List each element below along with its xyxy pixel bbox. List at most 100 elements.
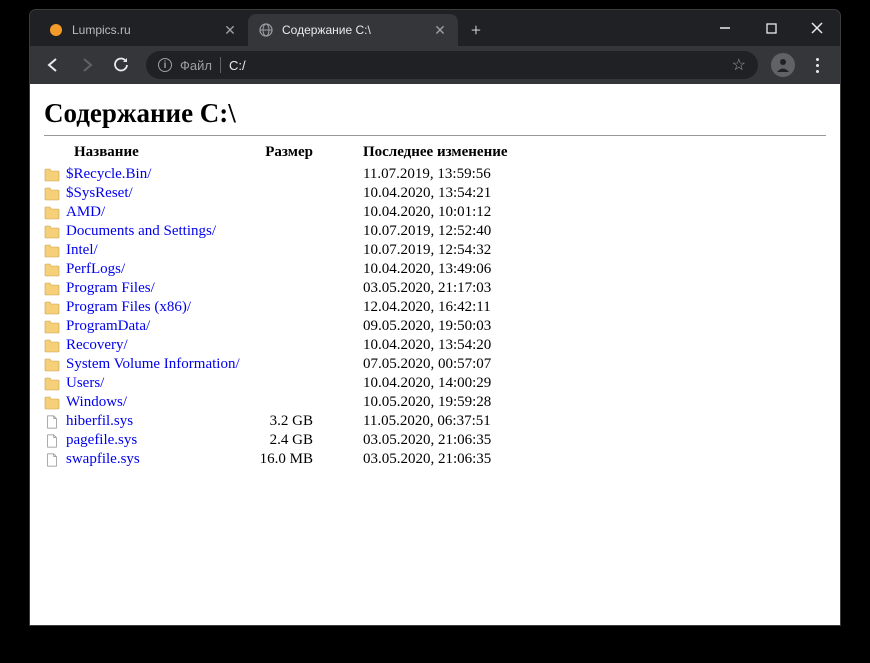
- address-path: C:/: [229, 58, 246, 73]
- entry-link[interactable]: AMD/: [66, 204, 105, 221]
- folder-icon: [44, 185, 60, 202]
- window-controls: [702, 10, 840, 46]
- entry-modified: 09.05.2020, 19:50:03: [343, 317, 518, 336]
- col-modified: Последнее изменение: [343, 142, 518, 165]
- listing-row[interactable]: swapfile.sys16.0 MB03.05.2020, 21:06:35: [44, 450, 518, 469]
- new-tab-button[interactable]: +: [462, 16, 490, 44]
- folder-icon: [44, 261, 60, 278]
- entry-link[interactable]: pagefile.sys: [66, 432, 137, 449]
- reload-button[interactable]: [106, 50, 136, 80]
- listing-row[interactable]: Program Files (x86)/ 12.04.2020, 16:42:11: [44, 298, 518, 317]
- tab-directory[interactable]: Содержание C:\ ✕: [248, 14, 458, 46]
- folder-icon: [44, 318, 60, 335]
- listing-row[interactable]: hiberfil.sys 3.2 GB11.05.2020, 06:37:51: [44, 412, 518, 431]
- entry-link[interactable]: Users/: [66, 375, 104, 392]
- listing-row[interactable]: PerfLogs/10.04.2020, 13:49:06: [44, 260, 518, 279]
- entry-size: [250, 355, 343, 374]
- file-icon: [44, 432, 60, 449]
- listing-row[interactable]: Recovery/10.04.2020, 13:54:20: [44, 336, 518, 355]
- menu-dots-icon: [816, 58, 819, 73]
- tab-close-icon[interactable]: ✕: [222, 22, 238, 38]
- listing-row[interactable]: AMD/10.04.2020, 10:01:12: [44, 203, 518, 222]
- entry-link[interactable]: $SysReset/: [66, 185, 133, 202]
- folder-icon: [44, 356, 60, 373]
- entry-size: 3.2 GB: [250, 412, 343, 431]
- listing-row[interactable]: $Recycle.Bin/11.07.2019, 13:59:56: [44, 165, 518, 184]
- entry-modified: 12.04.2020, 16:42:11: [343, 298, 518, 317]
- entry-link[interactable]: $Recycle.Bin/: [66, 166, 151, 183]
- entry-modified: 10.04.2020, 13:54:20: [343, 336, 518, 355]
- entry-modified: 11.05.2020, 06:37:51: [343, 412, 518, 431]
- entry-modified: 10.04.2020, 13:49:06: [343, 260, 518, 279]
- entry-size: [250, 184, 343, 203]
- entry-modified: 10.07.2019, 12:52:40: [343, 222, 518, 241]
- folder-icon: [44, 280, 60, 297]
- listing-row[interactable]: Program Files/03.05.2020, 21:17:03: [44, 279, 518, 298]
- entry-link[interactable]: System Volume Information/: [66, 356, 240, 373]
- entry-link[interactable]: PerfLogs/: [66, 261, 125, 278]
- address-label: Файл: [180, 58, 212, 73]
- listing-row[interactable]: $SysReset/10.04.2020, 13:54:21: [44, 184, 518, 203]
- folder-icon: [44, 242, 60, 259]
- tab-title: Lumpics.ru: [72, 23, 131, 37]
- menu-button[interactable]: [802, 50, 832, 80]
- profile-button[interactable]: [768, 50, 798, 80]
- listing-row[interactable]: System Volume Information/07.05.2020, 00…: [44, 355, 518, 374]
- listing-row[interactable]: Users/10.04.2020, 14:00:29: [44, 374, 518, 393]
- entry-link[interactable]: Program Files/: [66, 280, 155, 297]
- entry-size: [250, 165, 343, 184]
- folder-icon: [44, 375, 60, 392]
- entry-link[interactable]: swapfile.sys: [66, 451, 140, 468]
- entry-modified: 10.04.2020, 14:00:29: [343, 374, 518, 393]
- favicon-globe-icon: [258, 22, 274, 38]
- bookmark-star-icon[interactable]: ☆: [732, 55, 746, 75]
- titlebar: Lumpics.ru ✕ Содержание C:\ ✕ +: [30, 10, 840, 46]
- entry-link[interactable]: hiberfil.sys: [66, 413, 133, 430]
- tab-title: Содержание C:\: [282, 23, 371, 37]
- listing-row[interactable]: ProgramData/09.05.2020, 19:50:03: [44, 317, 518, 336]
- folder-icon: [44, 337, 60, 354]
- minimize-button[interactable]: [702, 10, 748, 46]
- entry-size: [250, 317, 343, 336]
- entry-link[interactable]: Program Files (x86)/: [66, 299, 191, 316]
- entry-modified: 07.05.2020, 00:57:07: [343, 355, 518, 374]
- entry-modified: 11.07.2019, 13:59:56: [343, 165, 518, 184]
- folder-icon: [44, 204, 60, 221]
- back-button[interactable]: [38, 50, 68, 80]
- tab-lumpics[interactable]: Lumpics.ru ✕: [38, 14, 248, 46]
- listing-row[interactable]: Windows/10.05.2020, 19:59:28: [44, 393, 518, 412]
- file-icon: [44, 413, 60, 430]
- listing-row[interactable]: pagefile.sys 2.4 GB03.05.2020, 21:06:35: [44, 431, 518, 450]
- entry-modified: 10.04.2020, 10:01:12: [343, 203, 518, 222]
- entry-modified: 10.05.2020, 19:59:28: [343, 393, 518, 412]
- entry-link[interactable]: Intel/: [66, 242, 98, 259]
- listing-row[interactable]: Intel/10.07.2019, 12:54:32: [44, 241, 518, 260]
- browser-window: Lumpics.ru ✕ Содержание C:\ ✕ +: [30, 10, 840, 625]
- file-icon: [44, 451, 60, 468]
- entry-modified: 10.07.2019, 12:54:32: [343, 241, 518, 260]
- entry-size: 2.4 GB: [250, 431, 343, 450]
- entry-size: [250, 222, 343, 241]
- entry-link[interactable]: Documents and Settings/: [66, 223, 216, 240]
- entry-size: 16.0 MB: [250, 450, 343, 469]
- entry-size: [250, 203, 343, 222]
- directory-listing: Название Размер Последнее изменение $Rec…: [44, 142, 518, 469]
- entry-link[interactable]: Recovery/: [66, 337, 128, 354]
- info-icon[interactable]: i: [158, 58, 172, 72]
- entry-size: [250, 298, 343, 317]
- forward-button[interactable]: [72, 50, 102, 80]
- listing-row[interactable]: Documents and Settings/10.07.2019, 12:52…: [44, 222, 518, 241]
- tab-close-icon[interactable]: ✕: [432, 22, 448, 38]
- divider: [44, 135, 826, 136]
- toolbar: i Файл C:/ ☆: [30, 46, 840, 84]
- entry-link[interactable]: Windows/: [66, 394, 127, 411]
- entry-modified: 03.05.2020, 21:17:03: [343, 279, 518, 298]
- address-bar[interactable]: i Файл C:/ ☆: [146, 51, 758, 79]
- entry-modified: 10.04.2020, 13:54:21: [343, 184, 518, 203]
- entry-link[interactable]: ProgramData/: [66, 318, 150, 335]
- maximize-button[interactable]: [748, 10, 794, 46]
- folder-icon: [44, 299, 60, 316]
- close-button[interactable]: [794, 10, 840, 46]
- avatar-icon: [771, 53, 795, 77]
- entry-modified: 03.05.2020, 21:06:35: [343, 431, 518, 450]
